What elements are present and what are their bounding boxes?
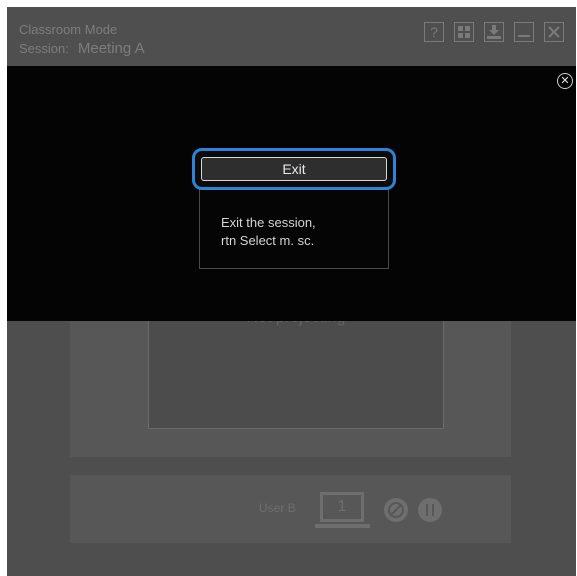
grid-icon: [458, 26, 470, 38]
session-label: Session:: [19, 41, 69, 56]
exit-button-focus-ring[interactable]: Exit: [192, 148, 396, 190]
close-icon: [548, 26, 560, 38]
description-line-1: Exit the session,: [221, 215, 316, 230]
session-name: Meeting A: [77, 40, 145, 57]
layout-button[interactable]: [454, 22, 474, 42]
close-button[interactable]: [544, 22, 564, 42]
monitor-icon[interactable]: 1: [320, 492, 364, 522]
help-button[interactable]: ?: [424, 22, 444, 42]
help-icon: ?: [430, 24, 438, 40]
minimize-icon: [518, 35, 530, 37]
user-label: User B: [259, 501, 296, 515]
exit-description: Exit the session, rtn Select m. sc.: [221, 214, 381, 250]
monitor-number: 1: [337, 498, 347, 515]
download-icon: [487, 25, 501, 39]
exit-button[interactable]: Exit: [201, 157, 387, 181]
mode-label: Classroom Mode: [19, 22, 118, 37]
monitor-base: [315, 524, 370, 528]
description-line-2: rtn Select m. sc.: [221, 233, 315, 248]
minimize-button[interactable]: [514, 22, 534, 42]
tools-icon[interactable]: [418, 498, 442, 522]
session-info: Session: Meeting A: [19, 40, 145, 57]
title-bar: Classroom Mode Session: Meeting A ?: [7, 7, 576, 66]
overlay-close-icon[interactable]: ✕: [557, 73, 573, 89]
app-window: Classroom Mode Session: Meeting A ? User…: [7, 7, 576, 576]
block-icon[interactable]: [384, 498, 408, 522]
save-button[interactable]: [484, 22, 504, 42]
